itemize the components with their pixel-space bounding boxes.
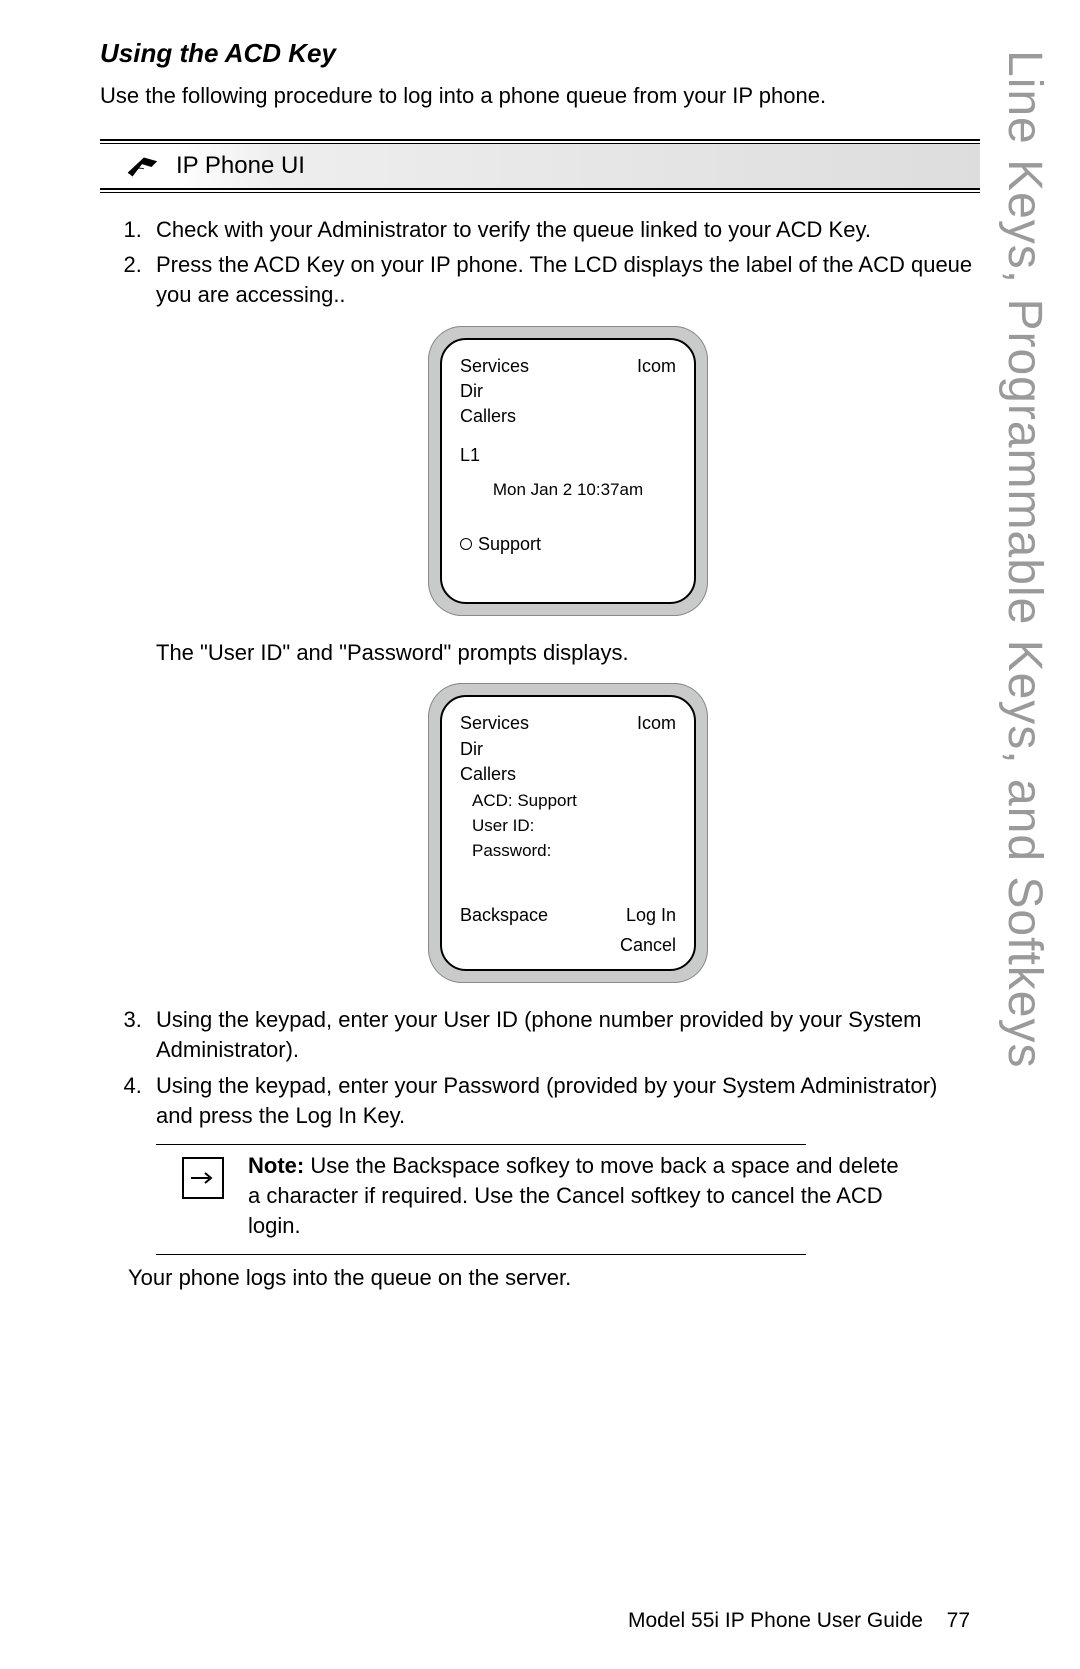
softkey-login: Log In — [626, 903, 676, 927]
section-title-vertical: Line Keys, Programmable Keys, and Softke… — [997, 50, 1052, 1068]
step-2: Press the ACD Key on your IP phone. The … — [148, 250, 980, 983]
page-footer: Model 55i IP Phone User Guide 77 — [628, 1609, 970, 1633]
label-support: Support — [478, 532, 541, 556]
step-text: Check with your Administrator to verify … — [156, 217, 871, 242]
screen-top-row: Services Dir Callers Icom — [460, 354, 676, 429]
label-icom: Icom — [637, 711, 676, 786]
step-text: and press the — [156, 1103, 295, 1128]
note-rule-top — [156, 1144, 806, 1145]
callout-title: IP Phone UI — [176, 152, 305, 180]
screen-body: ACD: Support User ID: Password: — [472, 790, 676, 865]
step-bold: Log In — [295, 1103, 356, 1128]
step-text: Using the keypad, enter your Password — [156, 1073, 546, 1098]
ring-icon — [460, 538, 472, 550]
note-t: Use the — [304, 1153, 392, 1178]
label-date: Mon Jan 2 10:37am — [460, 479, 676, 502]
softkey-cancel: Cancel — [620, 935, 676, 955]
callout-bar: IP Phone UI — [122, 144, 980, 188]
note-label: Note: — [248, 1153, 304, 1178]
step-1: Check with your Administrator to verify … — [148, 215, 980, 245]
intro-paragraph: Use the following procedure to log into … — [100, 81, 980, 111]
screen-top-row: Services Dir Callers Icom — [460, 711, 676, 786]
step-text: Using the keypad, enter your User ID — [156, 1007, 524, 1032]
screen-softkeys: Backspace Log In Cancel — [460, 901, 676, 958]
step-4: Using the keypad, enter your Password (p… — [148, 1071, 980, 1293]
rule-bottom — [100, 188, 980, 193]
procedure-list: Check with your Administrator to verify … — [100, 215, 980, 1293]
screen-left-col: Services Dir Callers — [460, 354, 529, 429]
note-text: Note: Use the Backspace sofkey to move b… — [248, 1151, 902, 1240]
phone-icon — [122, 150, 162, 182]
arrow-right-icon — [182, 1157, 224, 1199]
label-services: Services — [460, 711, 529, 735]
step-bold: ACD Key — [254, 252, 344, 277]
note-block: Note: Use the Backspace sofkey to move b… — [182, 1151, 902, 1240]
step-text: Key. — [357, 1103, 406, 1128]
softkey-row-1: Backspace Log In — [460, 903, 676, 927]
support-row: Support — [460, 532, 676, 556]
step-text: Press the — [156, 252, 254, 277]
page-number: 77 — [947, 1609, 970, 1632]
label-acd: ACD: Support — [472, 790, 676, 813]
phone-screen: Services Dir Callers Icom L1 Mon Jan 2 1… — [440, 338, 696, 604]
label-dir: Dir — [460, 737, 529, 761]
phone-screen: Services Dir Callers Icom ACD: Support U… — [440, 695, 696, 971]
label-dir: Dir — [460, 379, 529, 403]
screen-left-col: Services Dir Callers — [460, 711, 529, 786]
heading-using-acd-key: Using the ACD Key — [100, 38, 980, 69]
label-callers: Callers — [460, 404, 529, 428]
note-rule-bottom — [156, 1254, 806, 1255]
mid-paragraph: The "User ID" and "Password" prompts dis… — [156, 638, 980, 668]
note-bold: Cancel — [556, 1183, 624, 1208]
label-callers: Callers — [460, 762, 529, 786]
softkey-row-2: Cancel — [460, 933, 676, 957]
label-password: Password: — [472, 840, 676, 863]
phone-illustration-1: Services Dir Callers Icom L1 Mon Jan 2 1… — [156, 326, 980, 616]
step-3: Using the keypad, enter your User ID (ph… — [148, 1005, 980, 1064]
callout-ip-phone-ui: IP Phone UI — [100, 139, 980, 193]
softkey-backspace: Backspace — [460, 903, 548, 927]
label-userid: User ID: — [472, 815, 676, 838]
label-services: Services — [460, 354, 529, 378]
document-page: Line Keys, Programmable Keys, and Softke… — [0, 0, 1080, 1669]
phone-bezel: Services Dir Callers Icom ACD: Support U… — [428, 683, 708, 983]
step-text: (provided by your System Administrator) — [546, 1073, 937, 1098]
closing-text: Your phone logs into the queue on the se… — [128, 1263, 980, 1293]
label-l1: L1 — [460, 443, 676, 467]
phone-illustration-2: Services Dir Callers Icom ACD: Support U… — [156, 683, 980, 983]
label-icom: Icom — [637, 354, 676, 429]
phone-bezel: Services Dir Callers Icom L1 Mon Jan 2 1… — [428, 326, 708, 616]
note-bold: Backspace — [392, 1153, 500, 1178]
footer-title: Model 55i IP Phone User Guide — [628, 1609, 923, 1632]
